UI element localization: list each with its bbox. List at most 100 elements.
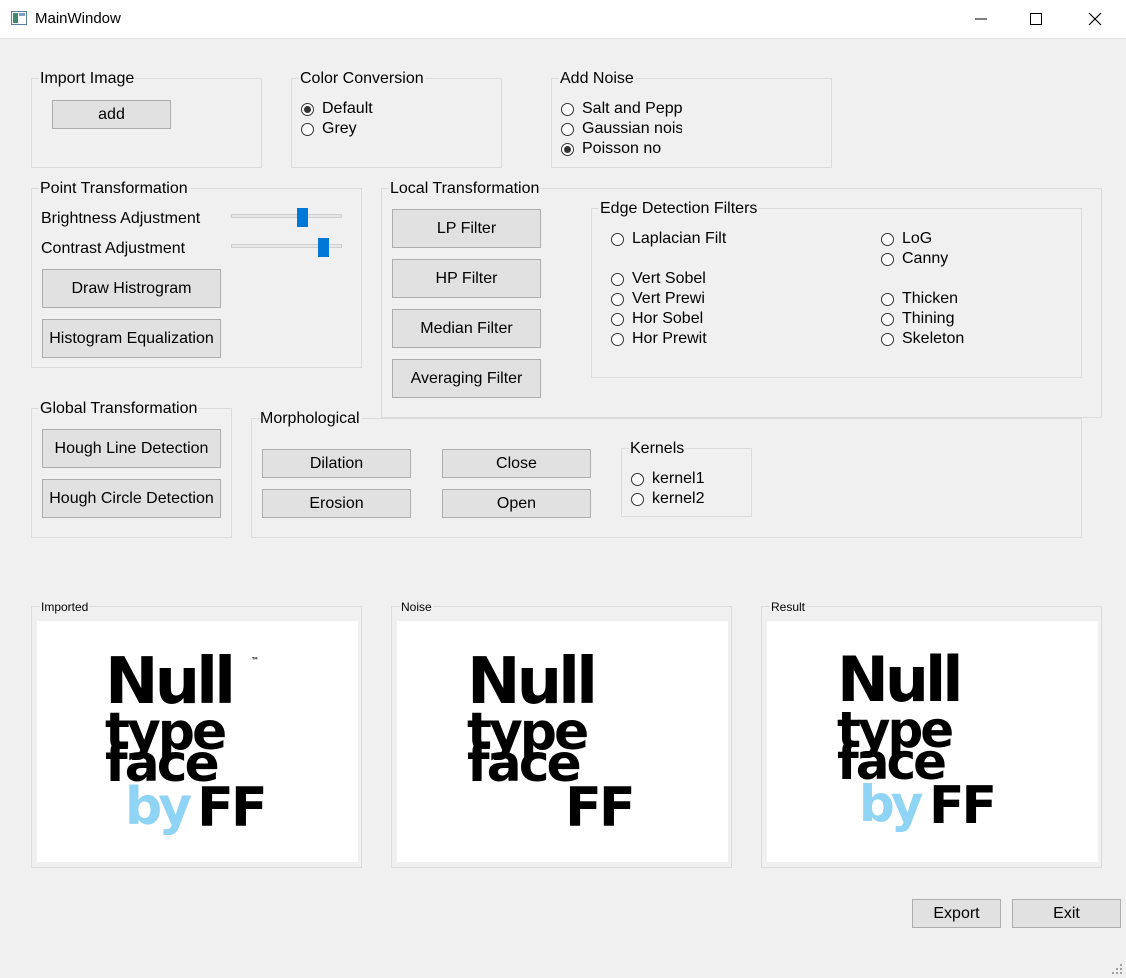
logo-tm: ™ [251,656,259,665]
maximize-icon [1030,13,1042,25]
radio-salt-pepper[interactable]: Salt and Pepp [561,99,682,119]
brightness-slider-handle[interactable] [297,208,308,227]
radio-label: Laplacian Filt [632,230,727,247]
radio-default[interactable]: Default [301,99,373,119]
contrast-label: Contrast Adjustment [41,240,186,257]
radio-canny[interactable]: Canny [881,249,948,269]
edge-detection-title: Edge Detection Filters [599,200,759,218]
radio-label: Skeleton [902,330,965,347]
point-transformation-title: Point Transformation [39,180,189,198]
hough-line-detection-button[interactable]: Hough Line Detection [42,429,221,468]
open-morph-button[interactable]: Open [442,489,591,518]
radio-poisson-noise[interactable]: Poisson no [561,139,682,159]
radio-vert-prewitt[interactable]: Vert Prewi [611,289,711,309]
logo-by: by [859,775,923,833]
radio-thicken[interactable]: Thicken [881,289,958,309]
radio-indicator [611,292,624,306]
imported-image: Null ™ type face by FF [37,621,358,862]
logo-ff: FF [565,776,633,839]
radio-label: Vert Sobel [632,270,706,287]
lp-filter-button[interactable]: LP Filter [392,209,541,248]
radio-indicator [301,122,314,136]
radio-indicator [881,252,894,266]
nulltype-logo-imported: Null ™ type face by FF [105,645,268,839]
app-icon [11,11,27,25]
maximize-button[interactable] [1007,0,1065,38]
radio-label: LoG [902,230,933,247]
radio-indicator [561,142,574,156]
radio-skeleton[interactable]: Skeleton [881,329,964,349]
radio-label: Thicken [902,290,959,307]
dilation-button[interactable]: Dilation [262,449,411,478]
averaging-filter-button[interactable]: Averaging Filter [392,359,541,398]
radio-indicator [611,232,624,246]
radio-label: Vert Prewi [632,290,705,307]
radio-grey[interactable]: Grey [301,119,357,139]
nulltype-logo-result: Null type face by FF [837,643,997,836]
exit-button[interactable]: Exit [1012,899,1121,928]
radio-thining[interactable]: Thining [881,309,954,329]
nulltype-logo-noise: Null type face FF [467,645,636,839]
radio-indicator [561,102,574,116]
logo-ff: FF [929,776,994,836]
close-button[interactable] [1066,0,1124,38]
hp-filter-button[interactable]: HP Filter [392,259,541,298]
radio-vert-sobel[interactable]: Vert Sobel [611,269,711,289]
erosion-button[interactable]: Erosion [262,489,411,518]
brightness-slider[interactable] [231,214,342,218]
radio-label: Hor Sobel [632,310,704,327]
radio-indicator [561,122,574,136]
noise-panel-title: Noise [400,600,433,614]
radio-gaussian-noise[interactable]: Gaussian nois [561,119,682,139]
hough-circle-detection-button[interactable]: Hough Circle Detection [42,479,221,518]
contrast-slider-handle[interactable] [318,238,329,257]
close-morph-button[interactable]: Close [442,449,591,478]
radio-kernel1[interactable]: kernel1 [631,469,704,489]
logo-by: by [125,777,191,837]
noise-image: Null type face FF [397,621,728,862]
resize-grip-icon[interactable] [1111,963,1123,975]
color-conversion-title: Color Conversion [299,70,425,88]
histogram-equalization-button[interactable]: Histogram Equalization [42,319,221,358]
radio-indicator [631,492,644,506]
global-transformation-group [31,408,232,538]
radio-log[interactable]: LoG [881,229,932,249]
radio-indicator [881,332,894,346]
result-image: Null type face by FF [767,621,1098,862]
radio-label: Poisson no [582,140,662,157]
logo-line3: face [467,734,580,794]
radio-label: Default [322,100,373,117]
title-bar: MainWindow [0,0,1126,39]
export-button[interactable]: Export [912,899,1001,928]
radio-kernel2[interactable]: kernel2 [631,489,704,509]
median-filter-button[interactable]: Median Filter [392,309,541,348]
radio-label: Canny [902,250,949,267]
add-image-button[interactable]: add [52,100,171,129]
radio-indicator [631,472,644,486]
radio-laplacian-filter[interactable]: Laplacian Filt [611,229,734,249]
radio-indicator [881,292,894,306]
radio-label: Hor Prewit [632,330,707,347]
minimize-icon [975,18,987,20]
radio-hor-prewitt[interactable]: Hor Prewit [611,329,711,349]
result-panel-title: Result [770,600,807,614]
radio-indicator [611,272,624,286]
radio-label: Grey [322,120,357,137]
kernels-title: Kernels [629,440,686,458]
radio-label: kernel2 [652,490,705,507]
minimize-button[interactable] [952,0,1010,38]
radio-label: kernel1 [652,470,705,487]
window-title: MainWindow [35,10,121,27]
radio-hor-sobel[interactable]: Hor Sobel [611,309,711,329]
draw-histogram-button[interactable]: Draw Histrogram [42,269,221,308]
close-icon [1088,12,1102,26]
local-transformation-title: Local Transformation [389,180,541,198]
radio-label: Gaussian nois [582,120,682,137]
radio-indicator [881,232,894,246]
radio-indicator [611,312,624,326]
logo-ff: FF [197,776,265,839]
radio-label: Salt and Pepp [582,100,682,117]
imported-panel-title: Imported [40,600,90,614]
morphological-title: Morphological [259,410,361,428]
add-noise-title: Add Noise [559,70,635,88]
